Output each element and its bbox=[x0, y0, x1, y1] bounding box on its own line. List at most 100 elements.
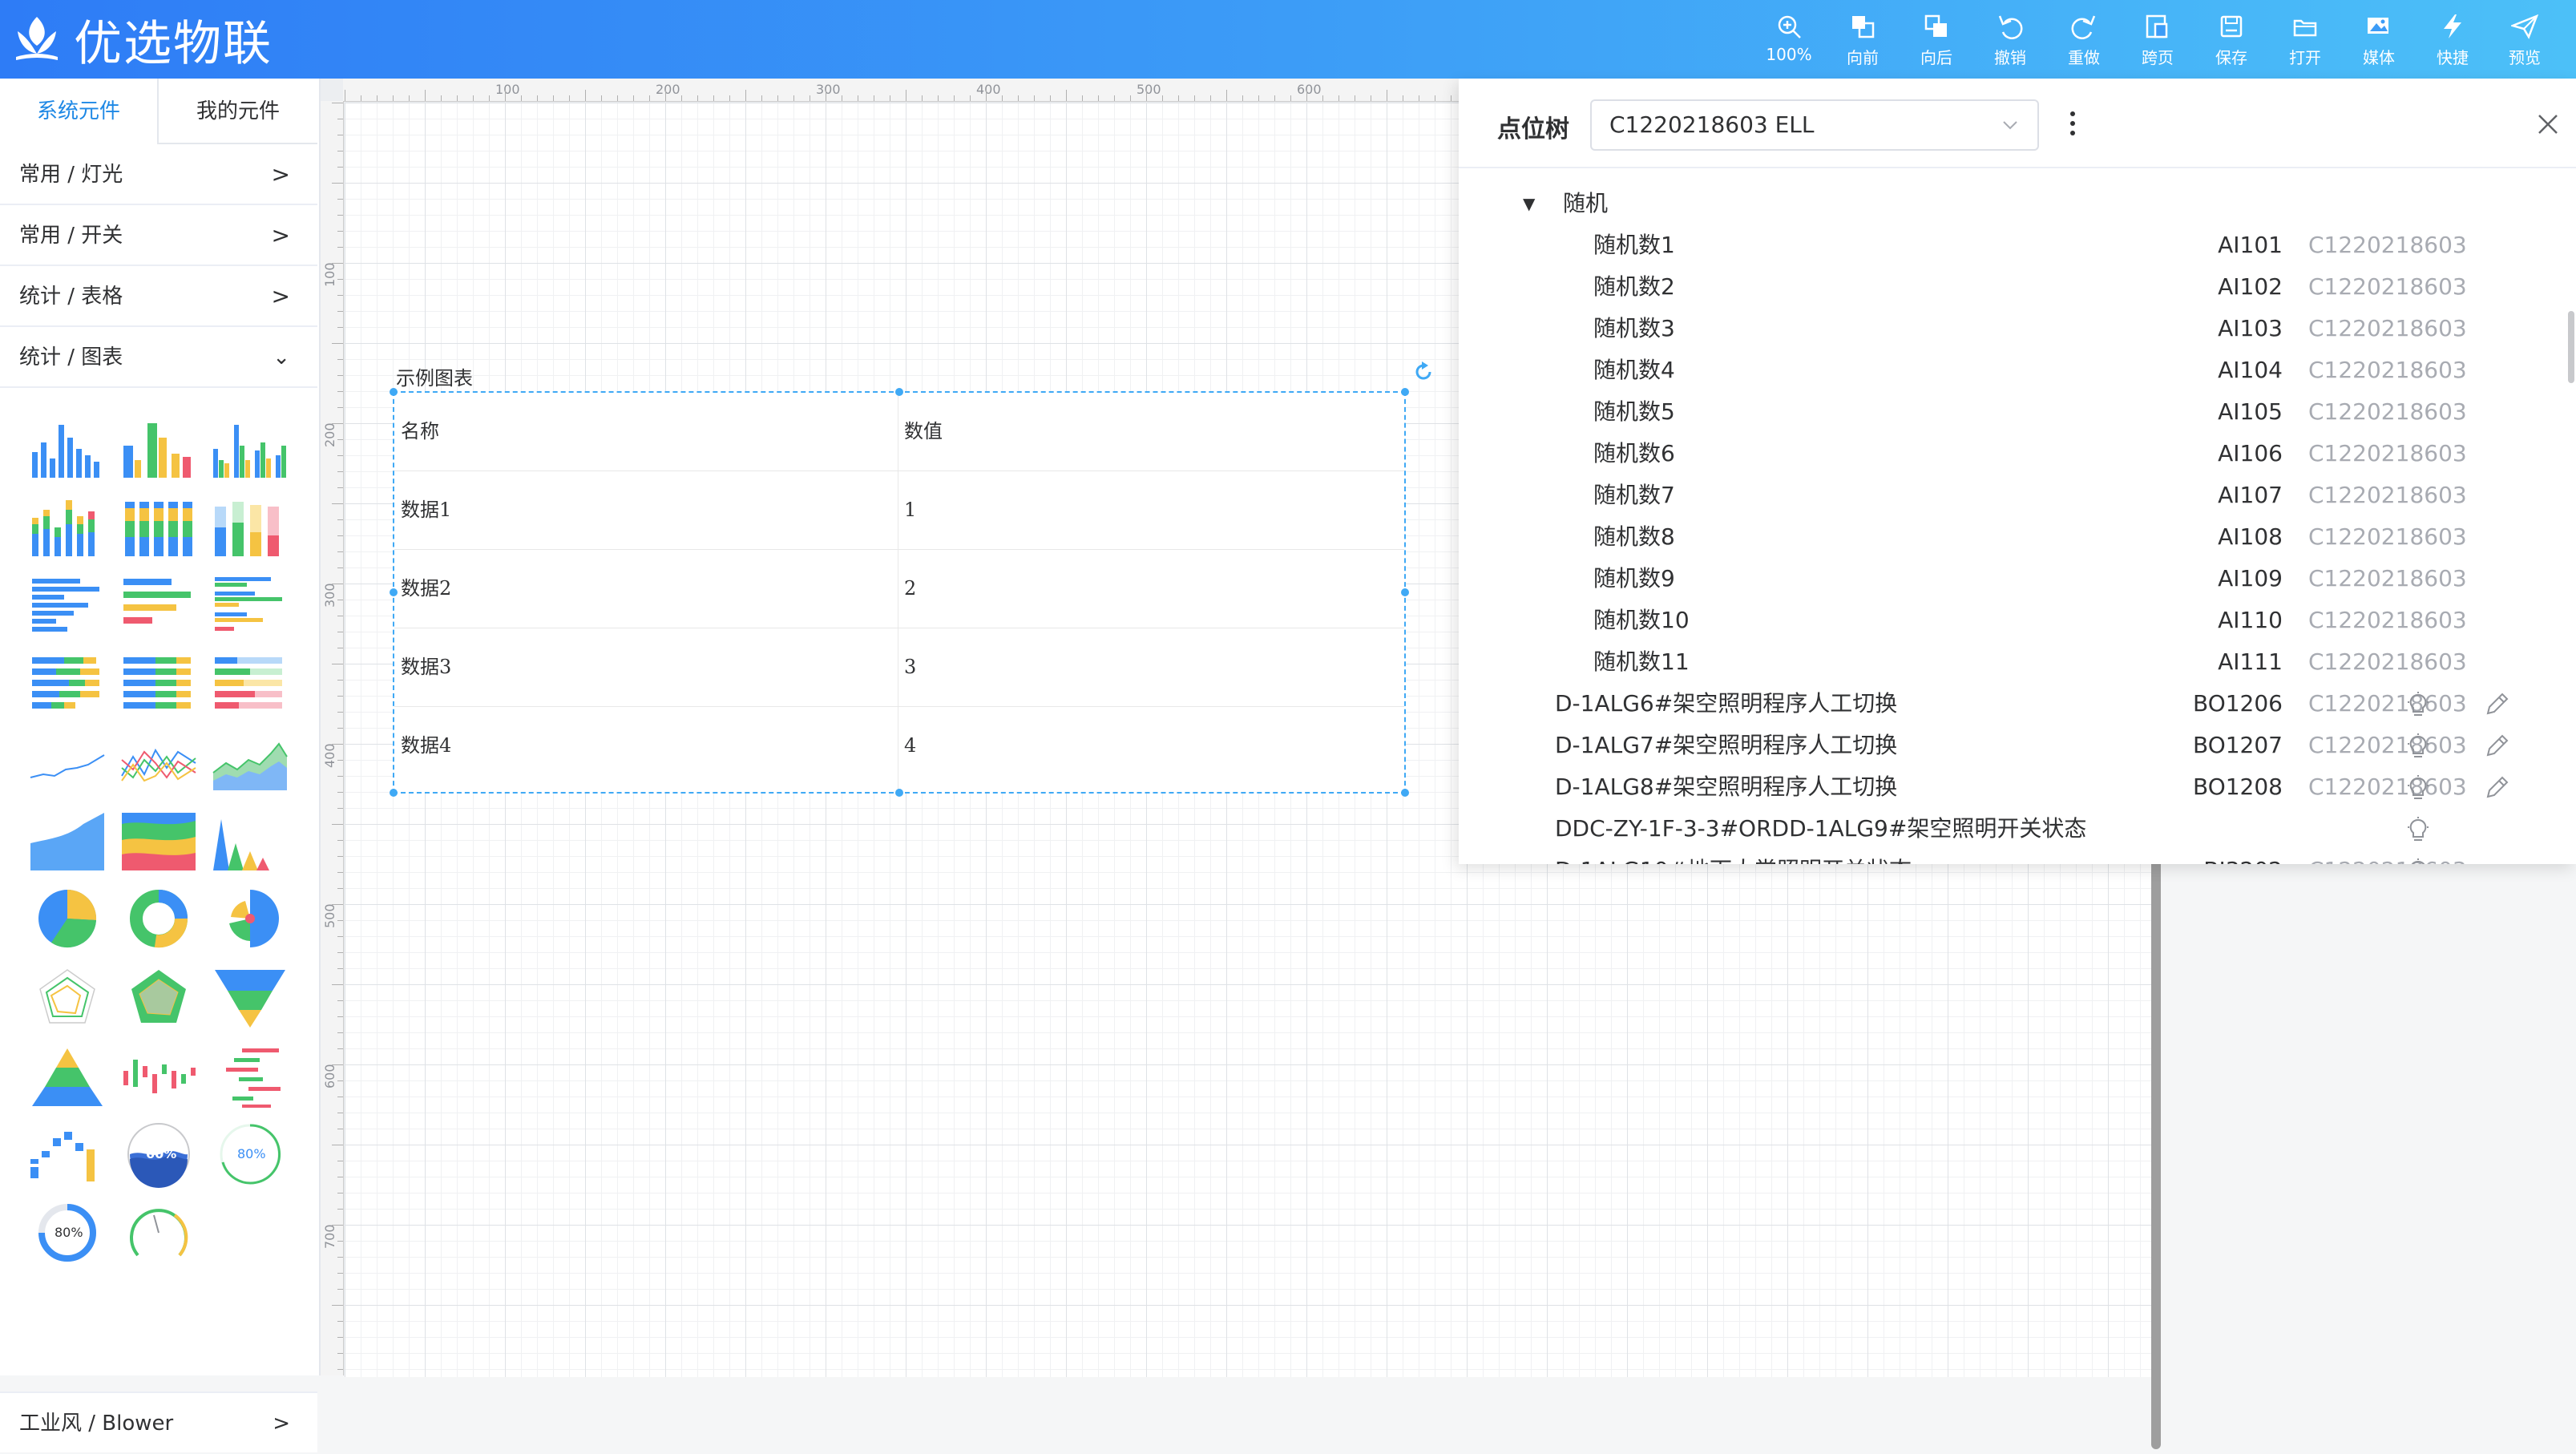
lightbulb-icon[interactable] bbox=[2404, 774, 2432, 802]
send-button[interactable]: 预览 bbox=[2491, 13, 2558, 71]
ruler-tick-label: 500 bbox=[1137, 82, 1161, 97]
edit-pencil-icon[interactable] bbox=[2483, 774, 2510, 802]
tree-point-row[interactable]: 随机数3 AI103 C1220218603 bbox=[1459, 308, 2576, 349]
media-button[interactable]: 媒体 bbox=[2345, 13, 2412, 71]
more-vertical-icon[interactable] bbox=[2065, 107, 2081, 139]
tree-point-row[interactable]: 随机数1 AI101 C1220218603 bbox=[1459, 224, 2576, 266]
resize-handle[interactable] bbox=[895, 388, 903, 396]
grouped-bar-chart-component[interactable] bbox=[210, 414, 290, 481]
point-name: 随机数10 bbox=[1593, 607, 1690, 633]
point-device: C1220218603 bbox=[2308, 398, 2467, 425]
edit-pencil-icon[interactable] bbox=[2483, 733, 2510, 760]
multi-horizontal-bar-chart-component[interactable] bbox=[119, 571, 199, 638]
grouped-horizontal-bar-chart-component[interactable] bbox=[210, 571, 290, 638]
smooth-area-chart-component[interactable] bbox=[27, 806, 107, 874]
tree-point-row[interactable]: 随机数2 AI102 C1220218603 bbox=[1459, 266, 2576, 308]
rotate-handle-icon[interactable] bbox=[1412, 361, 1435, 383]
zoom-in-button[interactable]: 100% bbox=[1755, 13, 1823, 71]
resize-handle[interactable] bbox=[390, 789, 398, 797]
tree-point-row[interactable]: D-1ALG6#架空照明程序人工切换 BO1206 C1220218603 bbox=[1459, 683, 2576, 725]
category-industrial-blower[interactable]: 工业风 / Blower > bbox=[0, 1391, 317, 1452]
redo-button[interactable]: 重做 bbox=[2050, 13, 2118, 71]
percent-horizontal-bar-component[interactable] bbox=[210, 649, 290, 717]
gauge-percent-label: 60% bbox=[146, 1146, 177, 1161]
panel-scrollbar[interactable] bbox=[2568, 311, 2574, 383]
tree-point-row[interactable]: DDC-ZY-1F-3-3#ORDD-1ALG9#架空照明开关状态 bbox=[1459, 808, 2576, 850]
lightning-button[interactable]: 快捷 bbox=[2419, 13, 2486, 71]
lightbulb-icon[interactable] bbox=[2404, 733, 2432, 760]
candlestick-chart-icon bbox=[123, 1060, 196, 1093]
resize-handle[interactable] bbox=[390, 388, 398, 396]
horizontal-bar-chart-component[interactable] bbox=[27, 571, 107, 638]
lightbulb-icon[interactable] bbox=[2404, 691, 2432, 718]
radar-chart-component[interactable] bbox=[27, 963, 107, 1031]
area-chart-icon bbox=[212, 742, 288, 790]
filled-radar-chart-component[interactable] bbox=[119, 963, 199, 1031]
cross-page-button[interactable]: 跨页 bbox=[2124, 13, 2191, 71]
donut-chart-component[interactable] bbox=[119, 885, 199, 952]
progress-ring-component[interactable]: 80% bbox=[27, 1199, 107, 1266]
send-backward-button[interactable]: 向后 bbox=[1903, 13, 1970, 71]
area-chart-component[interactable] bbox=[210, 728, 290, 795]
tree-point-row[interactable]: 随机数7 AI107 C1220218603 bbox=[1459, 475, 2576, 516]
multi-bar-chart-component[interactable] bbox=[119, 414, 199, 481]
save-button[interactable]: 保存 bbox=[2198, 13, 2265, 71]
caret-down-icon[interactable]: ▼ bbox=[1523, 183, 1535, 224]
category-common-switches[interactable]: 常用 / 开关 > bbox=[0, 205, 317, 266]
undo-button[interactable]: 撤销 bbox=[1976, 13, 2044, 71]
tree-group-node[interactable]: ▼ 随机 bbox=[1459, 183, 2576, 224]
line-chart-component[interactable] bbox=[27, 728, 107, 795]
resize-handle[interactable] bbox=[895, 789, 903, 797]
step-bar-chart-component[interactable] bbox=[27, 1121, 107, 1188]
rose-chart-component[interactable] bbox=[210, 885, 290, 952]
ring-gauge-component[interactable]: 80% bbox=[210, 1121, 290, 1188]
tree-point-row[interactable]: D-1ALG7#架空照明程序人工切换 BO1207 C1220218603 bbox=[1459, 725, 2576, 766]
resize-handle[interactable] bbox=[390, 588, 398, 596]
device-select[interactable]: C1220218603 ELL bbox=[1590, 99, 2039, 151]
tree-point-row[interactable]: D-1ALG8#架空照明程序人工切换 BO1208 C1220218603 bbox=[1459, 766, 2576, 808]
tab-system-components[interactable]: 系统元件 bbox=[0, 79, 157, 144]
stacked-horizontal-bar-icon bbox=[32, 657, 99, 709]
lightbulb-icon[interactable] bbox=[2404, 816, 2432, 843]
stacked-bar-chart-component[interactable] bbox=[27, 492, 107, 559]
percent-column-chart-component[interactable] bbox=[210, 492, 290, 559]
close-icon[interactable] bbox=[2534, 111, 2562, 138]
resize-handle[interactable] bbox=[1401, 588, 1409, 596]
category-common-lights[interactable]: 常用 / 灯光 > bbox=[0, 144, 317, 205]
app-header: 优选物联 100% 向前 向后 撤销 重做 跨页 保存 打开 媒体 快捷 预览 bbox=[0, 0, 2576, 79]
pie-chart-component[interactable] bbox=[27, 885, 107, 952]
stacked-area-chart-component[interactable] bbox=[119, 806, 199, 874]
bar-chart-component[interactable] bbox=[27, 414, 107, 481]
edit-pencil-icon[interactable] bbox=[2483, 691, 2510, 718]
category-stat-charts[interactable]: 统计 / 图表 ⌄ bbox=[0, 327, 317, 388]
tree-point-row[interactable]: 随机数11 AI111 C1220218603 bbox=[1459, 641, 2576, 683]
waterfall-bar-component[interactable] bbox=[210, 1042, 290, 1109]
funnel-chart-component[interactable] bbox=[210, 963, 290, 1031]
candlestick-chart-component[interactable] bbox=[119, 1042, 199, 1109]
lightbulb-icon[interactable] bbox=[2404, 858, 2432, 864]
resize-handle[interactable] bbox=[1401, 789, 1409, 797]
tree-point-row[interactable]: 随机数10 AI110 C1220218603 bbox=[1459, 600, 2576, 641]
peak-chart-component[interactable] bbox=[210, 806, 290, 874]
pyramid-chart-component[interactable] bbox=[27, 1042, 107, 1109]
multi-line-chart-component[interactable] bbox=[119, 728, 199, 795]
tree-point-row[interactable]: 随机数4 AI104 C1220218603 bbox=[1459, 349, 2576, 391]
stacked-horizontal-bar-component-2[interactable] bbox=[119, 649, 199, 717]
tab-my-components[interactable]: 我的元件 bbox=[157, 79, 317, 144]
table-widget[interactable]: 名称 数值 数据1 1 数据2 2 数据3 3 数据4 4 bbox=[393, 391, 1406, 794]
ruler-tick-label: 200 bbox=[656, 82, 680, 97]
category-stat-tables[interactable]: 统计 / 表格 > bbox=[0, 266, 317, 327]
stacked-horizontal-bar-component[interactable] bbox=[27, 649, 107, 717]
tree-point-row[interactable]: 随机数6 AI106 C1220218603 bbox=[1459, 433, 2576, 475]
dial-gauge-component[interactable] bbox=[119, 1199, 199, 1266]
tree-point-row[interactable]: 随机数9 AI109 C1220218603 bbox=[1459, 558, 2576, 600]
bring-forward-button[interactable]: 向前 bbox=[1829, 13, 1896, 71]
tree-point-row[interactable]: D-1ALG10#地下大堂照明开关状态 BI3202 C1220218603 bbox=[1459, 850, 2576, 864]
open-folder-button[interactable]: 打开 bbox=[2271, 13, 2339, 71]
liquid-gauge-component[interactable]: 60% bbox=[119, 1121, 199, 1188]
resize-handle[interactable] bbox=[1401, 388, 1409, 396]
tree-point-row[interactable]: 随机数8 AI108 C1220218603 bbox=[1459, 516, 2576, 558]
tree-point-row[interactable]: 随机数5 AI105 C1220218603 bbox=[1459, 391, 2576, 433]
stacked-column-chart-component[interactable] bbox=[119, 492, 199, 559]
vertical-ruler: 100 200 300 400 500 600 700 bbox=[321, 101, 344, 1375]
